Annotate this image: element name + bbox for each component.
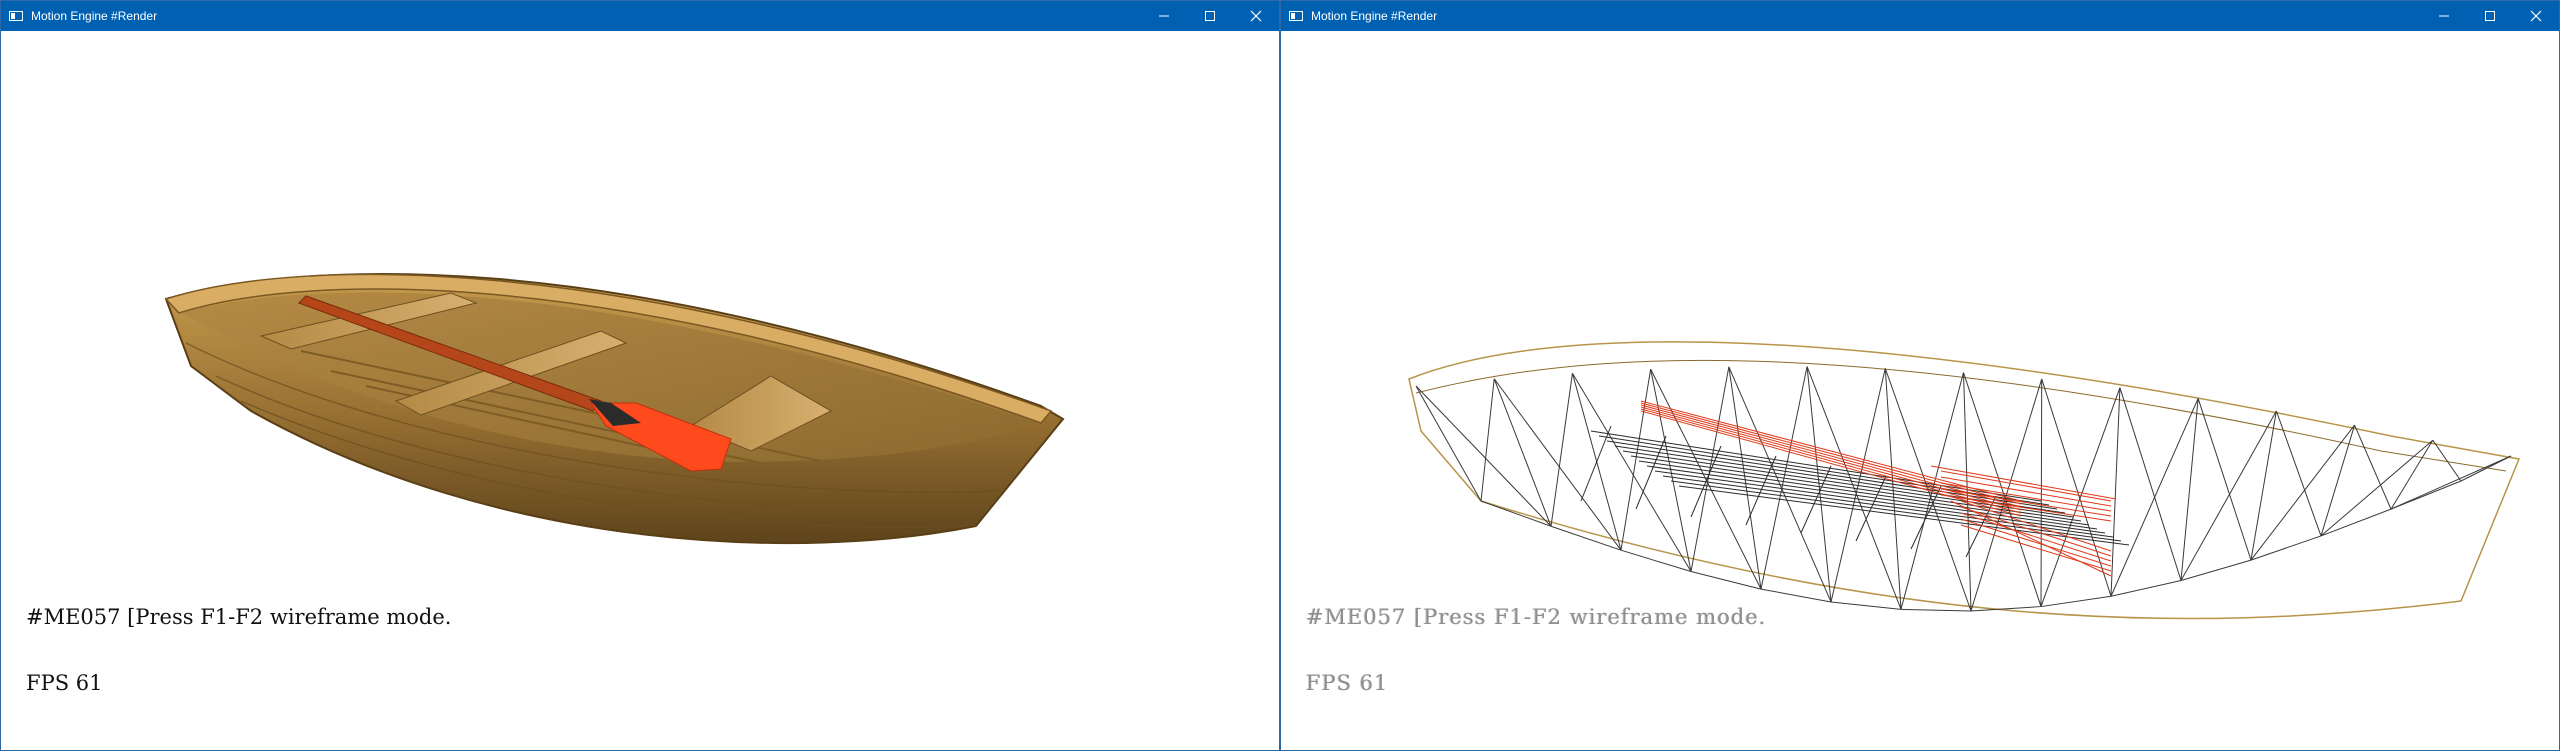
app-window-icon[interactable]	[9, 11, 23, 21]
wire-edge	[1900, 608, 1972, 612]
wire-edge	[2119, 387, 2182, 581]
minimize-icon	[1159, 15, 1169, 17]
app-window-icon[interactable]	[1289, 11, 1303, 21]
wire-edge	[1650, 369, 1692, 572]
render-window-left[interactable]: Motion Engine #Render #ME057 [Press F1-F…	[0, 0, 1280, 751]
close-icon	[2530, 10, 2542, 22]
hud-status-line: #ME057 [Press F1-F2 wireframe mode.	[26, 605, 452, 629]
wire-edge	[2110, 387, 2121, 597]
wire-edge	[1550, 373, 1573, 527]
close-icon	[1250, 10, 1262, 22]
maximize-icon	[2485, 11, 2495, 21]
wire-edge	[2390, 439, 2434, 510]
close-button[interactable]	[2513, 1, 2559, 31]
wire-edge	[1620, 369, 1652, 551]
wire-edge	[1963, 372, 2042, 607]
hud-overlay: #ME057 [Press F1-F2 wireframe mode. FPS …	[1306, 562, 1766, 738]
wire-edge	[2275, 410, 2322, 537]
minimize-button[interactable]	[1141, 1, 1187, 31]
wire-edge	[1690, 445, 1722, 518]
wire-edge	[1590, 430, 2042, 502]
window-title: Motion Engine #Render	[1311, 9, 1438, 23]
wire-edge	[1480, 378, 1495, 502]
wire-edge	[1884, 368, 1902, 610]
wire-edge	[1493, 378, 1552, 527]
close-button[interactable]	[1233, 1, 1279, 31]
wire-edge	[2390, 455, 2512, 510]
wire-edge	[2180, 398, 2199, 581]
wire-edge	[1830, 601, 1902, 610]
minimize-button[interactable]	[2421, 1, 2467, 31]
wire-edge	[1480, 500, 1552, 527]
wire-edge	[2110, 398, 2199, 597]
wire-edge	[1571, 372, 1692, 572]
hud-overlay: #ME057 [Press F1-F2 wireframe mode. FPS …	[26, 562, 451, 738]
wire-edge	[1580, 425, 1612, 502]
wire-edge	[2460, 455, 2512, 482]
wire-edge	[2040, 378, 2043, 607]
render-viewport[interactable]: #ME057 [Press F1-F2 wireframe mode. FPS …	[1281, 31, 2559, 750]
wire-edge	[1654, 470, 2106, 534]
wire-edge	[1640, 408, 2022, 514]
render-window-right[interactable]: Motion Engine #Render #ME057 [Press F1-F…	[1280, 0, 2560, 751]
hud-fps-line: FPS 61	[26, 671, 103, 695]
wire-edge	[1635, 435, 1667, 510]
wire-edge	[2320, 439, 2434, 537]
render-viewport[interactable]: #ME057 [Press F1-F2 wireframe mode. FPS …	[1, 31, 1279, 750]
title-bar[interactable]: Motion Engine #Render	[1281, 1, 2559, 31]
wire-edge	[2354, 424, 2392, 510]
wire-edge	[2110, 580, 2182, 597]
wire-edge	[2320, 508, 2392, 537]
wire-edge	[1415, 385, 1552, 527]
wire-edge	[2390, 480, 2462, 510]
wire-edge	[2250, 535, 2322, 561]
maximize-icon	[1205, 11, 1215, 21]
maximize-button[interactable]	[1187, 1, 1233, 31]
minimize-icon	[2439, 15, 2449, 17]
wire-edge	[2250, 424, 2355, 561]
wire-edge	[1638, 460, 2090, 526]
wire-edge	[2180, 559, 2252, 582]
hud-status-line: #ME057 [Press F1-F2 wireframe mode.	[1306, 605, 1767, 629]
wire-edge	[2040, 595, 2112, 608]
title-bar[interactable]: Motion Engine #Render	[1, 1, 1279, 31]
window-title: Motion Engine #Render	[31, 9, 158, 23]
maximize-button[interactable]	[2467, 1, 2513, 31]
wire-edge	[1760, 588, 1832, 603]
hud-fps-line: FPS 61	[1306, 671, 1389, 695]
